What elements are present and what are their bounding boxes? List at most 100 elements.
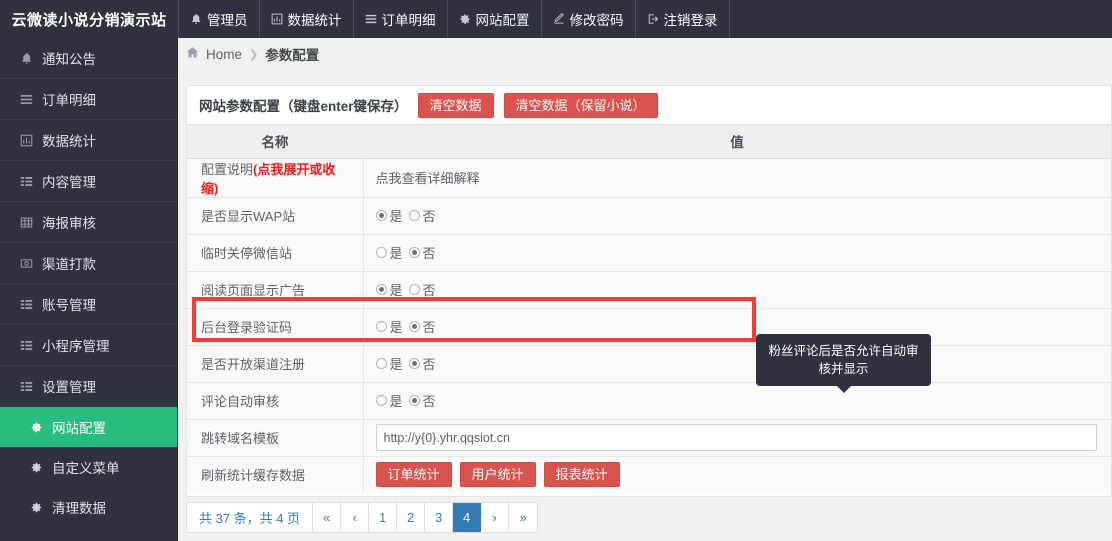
table-row: 跳转域名模板 [187, 419, 1111, 457]
radio-yes-icon[interactable] [375, 321, 387, 332]
radio-yes-option[interactable]: 是 [375, 206, 403, 225]
radio-no-option[interactable]: 否 [408, 243, 436, 262]
pagination-first[interactable]: « [313, 503, 342, 532]
radio-group: 是否 [375, 206, 1098, 225]
expand-explanation-link[interactable]: 点我查看详细解释 [376, 171, 480, 186]
radio-yes-option[interactable]: 是 [375, 317, 403, 336]
topnav-item-label: 管理员 [207, 13, 248, 28]
table-row: 评论自动审核是否 [187, 382, 1111, 420]
radio-yes-option[interactable]: 是 [375, 391, 403, 410]
topnav-item-statistics[interactable]: 数据统计 [260, 0, 353, 38]
pagination-page-4[interactable]: 4 [453, 503, 482, 532]
sidebar-item-6[interactable]: 账号管理 [0, 284, 177, 325]
topnav-item-change-password[interactable]: 修改密码 [542, 0, 635, 38]
config-table-body: 配置说明(点我展开或收缩) 点我查看详细解释 是否显示WAP站是否临时关停微信站是否… [187, 158, 1111, 493]
radio-no-icon[interactable] [408, 284, 420, 295]
sidebar-item-label: 数据统计 [42, 134, 96, 149]
column-header-name: 名称 [187, 125, 363, 159]
clear-data-keep-novel-button[interactable]: 清空数据（保留小说） [503, 92, 658, 118]
edit-icon [553, 13, 565, 25]
sidebar-item-1[interactable]: 订单明细 [0, 79, 177, 120]
radio-no-icon[interactable] [408, 395, 420, 406]
brand-title[interactable]: 云微读小说分销演示站 [0, 0, 178, 38]
radio-group: 是否 [375, 354, 1098, 373]
refresh-stat-button-1[interactable]: 用户统计 [459, 462, 536, 488]
pagination-last[interactable]: » [509, 503, 537, 532]
config-row-value: 是否 [363, 382, 1111, 420]
refresh-stat-button-0[interactable]: 订单统计 [375, 462, 452, 488]
radio-no-icon[interactable] [408, 247, 420, 258]
radio-no-icon[interactable] [408, 210, 420, 221]
config-row-name-text: 配置说明 [201, 161, 254, 177]
radio-no-option[interactable]: 否 [408, 206, 436, 225]
sidebar-item-5[interactable]: 渠道打款 [0, 243, 177, 284]
topnav-item-site-config[interactable]: 网站配置 [448, 0, 541, 38]
radio-no-label: 否 [422, 209, 436, 224]
radio-yes-icon[interactable] [375, 395, 387, 406]
sidebar-item-label: 账号管理 [42, 298, 96, 313]
topnav-item-label: 订单明细 [381, 13, 436, 28]
table-row: 临时关停微信站是否 [187, 234, 1111, 272]
topnav-item-label: 修改密码 [569, 13, 624, 28]
tooltip-arrow-icon [836, 386, 851, 393]
radio-yes-icon[interactable] [375, 210, 387, 221]
table-icon [20, 216, 42, 229]
radio-no-icon[interactable] [408, 358, 420, 369]
radio-yes-icon[interactable] [375, 358, 387, 369]
radio-group: 是否 [375, 243, 1098, 262]
pagination-page-2[interactable]: 2 [397, 503, 426, 532]
navbar-divider [728, 0, 730, 38]
radio-no-option[interactable]: 否 [408, 280, 436, 299]
grid-icon [20, 175, 42, 188]
radio-yes-option[interactable]: 是 [375, 280, 403, 299]
sidebar-item-12[interactable]: 切换皮肤 [0, 527, 177, 541]
sidebar-item-10[interactable]: 自定义菜单 [0, 447, 177, 487]
sidebar-item-8[interactable]: 设置管理 [0, 366, 177, 407]
radio-no-option[interactable]: 否 [408, 354, 436, 373]
sidebar-item-11[interactable]: 清理数据 [0, 487, 177, 527]
radio-no-option[interactable]: 否 [408, 317, 436, 336]
pagination-prev[interactable]: ‹ [341, 503, 370, 532]
pagination-page-3[interactable]: 3 [425, 503, 454, 532]
sidebar-item-2[interactable]: 数据统计 [0, 120, 177, 161]
radio-no-label: 否 [422, 283, 436, 298]
config-row-name: 跳转域名模板 [187, 419, 364, 457]
gear-icon [30, 461, 52, 474]
radio-yes-icon[interactable] [375, 247, 387, 258]
sidebar-item-label: 小程序管理 [42, 339, 110, 354]
sidebar-item-9[interactable]: 网站配置 [0, 407, 177, 447]
radio-yes-icon[interactable] [375, 284, 387, 295]
config-row-value: 是否 [363, 197, 1111, 235]
config-row-name: 配置说明(点我展开或收缩) [187, 158, 364, 198]
topnav-item-label: 数据统计 [287, 13, 342, 28]
redirect-domain-template-input[interactable] [375, 424, 1097, 451]
sidebar-item-0[interactable]: 通知公告 [0, 38, 177, 79]
radio-yes-option[interactable]: 是 [375, 243, 403, 262]
breadcrumb-home[interactable]: Home [206, 47, 242, 62]
topnav-item-admin[interactable]: 管理员 [179, 0, 259, 38]
topnav-item-logout[interactable]: 注销登录 [636, 0, 729, 38]
table-row: 刷新统计缓存数据 订单统计 用户统计 报表统计 [187, 456, 1111, 493]
radio-no-option[interactable]: 否 [408, 391, 436, 410]
config-row-value: 是否 [363, 271, 1111, 309]
topnav-item-orders[interactable]: 订单明细 [354, 0, 447, 38]
pagination-next[interactable]: › [481, 503, 510, 532]
table-header-row: 名称 值 [187, 125, 1111, 159]
refresh-stat-button-2[interactable]: 报表统计 [543, 462, 620, 488]
sidebar-item-label: 内容管理 [42, 175, 96, 190]
list-icon [20, 93, 42, 106]
sidebar-item-label: 网站配置 [52, 421, 106, 436]
pagination-page-1[interactable]: 1 [369, 503, 398, 532]
config-row-value: 点我查看详细解释 [363, 158, 1111, 198]
table-row: 后台登录验证码是否 [187, 308, 1111, 346]
clear-data-button[interactable]: 清空数据 [417, 92, 494, 118]
sidebar-item-3[interactable]: 内容管理 [0, 161, 177, 202]
sidebar-item-4[interactable]: 海报审核 [0, 202, 177, 243]
breadcrumb: Home ❯ 参数配置 [178, 38, 1112, 70]
gear-icon [459, 13, 471, 25]
radio-yes-option[interactable]: 是 [375, 354, 403, 373]
table-row: 阅读页面显示广告是否 [187, 271, 1111, 309]
sidebar-item-7[interactable]: 小程序管理 [0, 325, 177, 366]
radio-no-icon[interactable] [408, 321, 420, 332]
sidebar-item-label: 渠道打款 [42, 257, 96, 272]
